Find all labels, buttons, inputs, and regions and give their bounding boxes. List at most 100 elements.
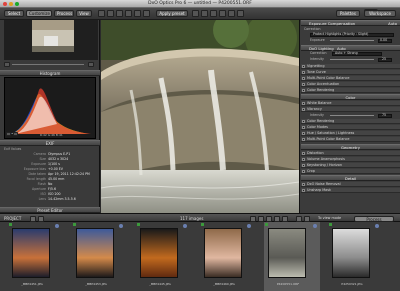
tone-curve-row[interactable]: Tone Curve [301,70,400,75]
customize-tab[interactable]: Customize [26,10,52,17]
crop-icon[interactable] [192,10,199,17]
correction-row[interactable]: Crop [301,169,400,174]
eyedropper-icon[interactable] [210,10,217,17]
vibrancy-checkbox[interactable] [302,108,305,111]
workspace-dropdown[interactable]: Workspace [364,10,396,17]
vignetting-checkbox[interactable] [302,65,305,68]
correction-checkbox[interactable] [302,170,305,173]
project-remove-icon[interactable] [38,215,44,222]
color-header[interactable]: Color [301,94,400,100]
correction-row[interactable]: Color Accentuation [301,82,400,87]
correction-checkbox[interactable] [302,89,305,92]
filmstrip-thumbnail [76,228,114,278]
correction-label: Unsharp Mask [307,188,331,192]
correction-row[interactable]: Unsharp Mask [301,188,400,193]
correction-checkbox[interactable] [302,83,305,86]
correction-row[interactable]: DxO Noise Removal [301,182,400,187]
last-image-icon[interactable] [282,215,288,222]
correction-checkbox[interactable] [302,77,305,80]
palettes-dropdown[interactable]: Palettes [336,10,360,17]
next-image-icon[interactable] [274,215,280,222]
exposure-label: Exposure [310,38,325,42]
correction-row[interactable]: Color Rendering [301,119,400,124]
view-mode-label[interactable]: To view mode [318,215,341,222]
zoom-out-icon[interactable] [4,62,10,67]
white-balance-checkbox[interactable] [302,102,305,105]
detail-header[interactable]: Detail [301,175,400,181]
correction-row[interactable]: Color Modes [301,125,400,130]
vibrancy-intensity-slider[interactable] [330,115,374,116]
exif-key: Date taken [28,172,46,176]
fullscreen-icon[interactable] [237,10,244,17]
correction-row[interactable]: Color Rendering [301,88,400,93]
filmstrip-item[interactable]: P4200551.ORF [264,222,320,291]
exposure-compensation-header[interactable]: Exposure Compensation Auto [301,20,400,26]
exif-row: Exposure 1/100 s [4,162,96,166]
sort-icon[interactable] [304,215,310,222]
compare-icon[interactable] [116,10,123,17]
grid-icon[interactable] [228,10,235,17]
lighting-intensity-slider[interactable] [330,59,374,60]
correction-checkbox[interactable] [302,126,305,129]
geometry-header[interactable]: Geometry [301,144,400,150]
correction-row[interactable]: Distortion [301,151,400,156]
correction-row[interactable]: Multi-Point Color Balance [301,137,400,142]
correction-checkbox[interactable] [302,183,305,186]
exposure-slider[interactable] [330,40,374,41]
select-tab[interactable]: Select [4,10,24,17]
filmstrip-item[interactable]: _MBP4460.JPG [200,222,254,291]
correction-row[interactable]: Multi-Point Color Balance [301,76,400,81]
filmstrip-caption: _MBP4451.JPG [21,282,43,286]
loupe-icon[interactable] [134,10,141,17]
filter-icon[interactable] [296,215,302,222]
shadow-clip-icon[interactable] [13,132,18,136]
lighting-correction-label: Correction [310,51,327,55]
filmstrip-item[interactable]: _MBP4445.JPG [136,222,190,291]
color-picker-icon[interactable] [219,10,226,17]
filmstrip-item[interactable]: P4250321.JPG [328,222,382,291]
correction-checkbox[interactable] [302,120,305,123]
rotate-right-icon[interactable] [107,10,114,17]
process-tab[interactable]: Process [54,10,74,17]
exif-row: Camera Olympus E-P1 [4,152,96,156]
white-balance-row[interactable]: White Balance [301,101,400,106]
hand-tool-icon[interactable] [125,10,132,17]
exif-row: Aperture F/5.6 [4,187,96,191]
correction-row[interactable]: Volume Anamorphosis [301,157,400,162]
lighting-intensity-value: 25 [382,57,387,61]
process-button[interactable]: Process [354,215,394,222]
apply-preset-dropdown[interactable]: Apply preset [156,10,188,17]
correction-checkbox[interactable] [302,189,305,192]
filmstrip-item[interactable]: _MBP4451.JPG [8,222,62,291]
highlight-clip-icon[interactable] [6,132,11,136]
navigator-thumbnail [4,20,98,60]
play-icon[interactable] [266,215,272,222]
first-image-icon[interactable] [250,215,256,222]
filmstrip-thumbnail [140,228,178,278]
rotate-left-icon[interactable] [98,10,105,17]
correction-checkbox[interactable] [302,132,305,135]
project-add-icon[interactable] [30,215,36,222]
prev-image-icon[interactable] [258,215,264,222]
correction-checkbox[interactable] [302,138,305,141]
split-view-icon[interactable] [143,10,150,17]
tone-curve-checkbox[interactable] [302,71,305,74]
zoom-in-icon[interactable] [88,62,94,67]
correction-row[interactable]: Hue / Saturation / Lightness [301,131,400,136]
filmstrip-item[interactable]: _MBP4453.JPG [72,222,126,291]
exposure-auto-label: Auto [388,21,397,26]
navigator-preview-image [4,20,98,60]
correction-checkbox[interactable] [302,152,305,155]
correction-row[interactable]: Keystoning / Horizon [301,163,400,168]
histogram-header[interactable]: Histogram [0,70,100,76]
view-tab[interactable]: View [76,10,92,17]
main-image-view[interactable] [101,20,299,213]
correction-checkbox[interactable] [302,158,305,161]
horizon-icon[interactable] [201,10,208,17]
exif-header[interactable]: EXIF [0,140,100,146]
correction-checkbox[interactable] [302,164,305,167]
zoom-slider[interactable] [12,64,84,65]
histogram-graph [9,88,91,134]
vibrancy-row[interactable]: Vibrancy [301,107,400,112]
vignetting-row[interactable]: Vignetting [301,64,400,69]
